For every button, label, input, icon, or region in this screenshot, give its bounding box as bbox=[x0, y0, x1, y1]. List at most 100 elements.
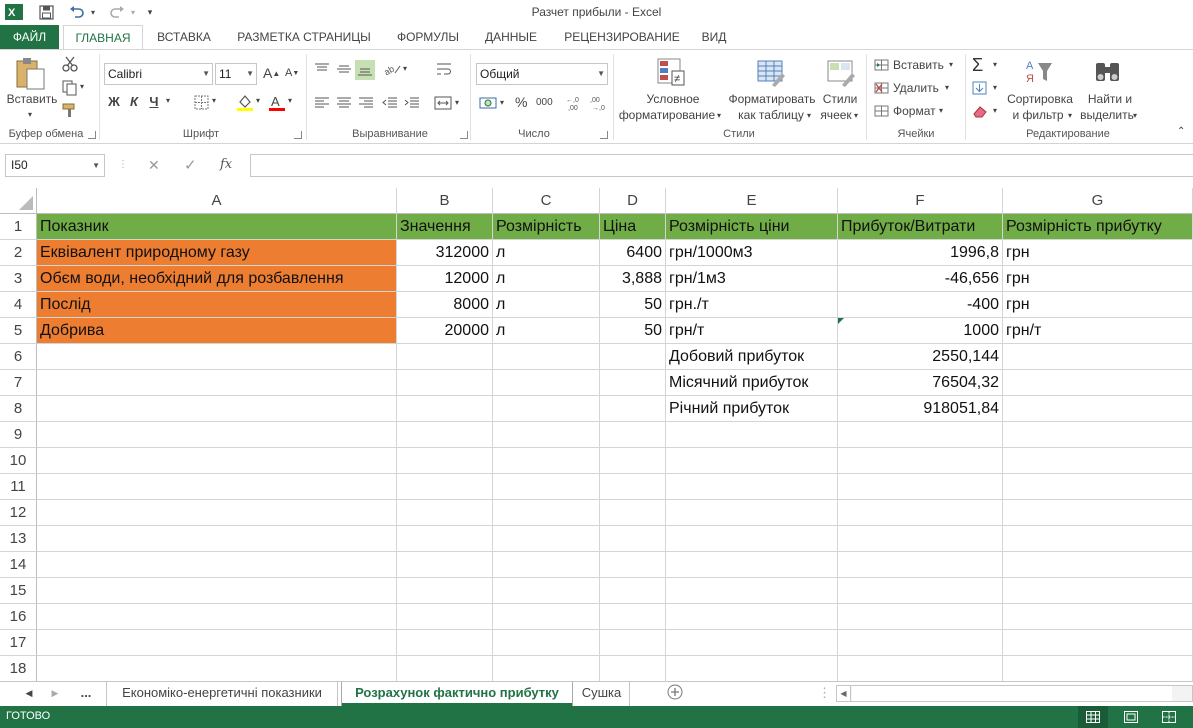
row-header-6[interactable]: 6 bbox=[0, 344, 37, 370]
cell-c4[interactable]: л bbox=[493, 292, 600, 318]
select-all-corner[interactable] bbox=[0, 188, 37, 214]
cell-e2[interactable]: грн/1000м3 bbox=[666, 240, 838, 266]
cell-g3[interactable]: грн bbox=[1003, 266, 1193, 292]
font-size-combo[interactable]: 11 ▼ bbox=[215, 63, 257, 85]
paste-dropdown-icon[interactable]: ▾ bbox=[24, 110, 36, 119]
cell-c14[interactable] bbox=[493, 552, 600, 578]
copy-icon[interactable] bbox=[62, 80, 78, 96]
cell-d2[interactable]: 6400 bbox=[600, 240, 666, 266]
cell-g9[interactable] bbox=[1003, 422, 1193, 448]
cell-c6[interactable] bbox=[493, 344, 600, 370]
sheet-tab-economic[interactable]: Економіко-енергетичні показники bbox=[106, 682, 338, 706]
conditional-formatting-label-2[interactable]: форматирование bbox=[618, 108, 716, 122]
cell-f5[interactable]: 1000 bbox=[838, 318, 1003, 344]
normal-view-icon[interactable] bbox=[1078, 706, 1108, 728]
column-header-b[interactable]: B bbox=[397, 188, 493, 214]
cell-a14[interactable] bbox=[37, 552, 397, 578]
cell-f13[interactable] bbox=[838, 526, 1003, 552]
cell-d3[interactable]: 3,888 bbox=[600, 266, 666, 292]
formula-input[interactable] bbox=[250, 154, 1193, 177]
cell-styles-icon[interactable] bbox=[826, 56, 856, 88]
cell-e17[interactable] bbox=[666, 630, 838, 656]
cell-b3[interactable]: 12000 bbox=[397, 266, 493, 292]
cell-b6[interactable] bbox=[397, 344, 493, 370]
cell-c3[interactable]: л bbox=[493, 266, 600, 292]
borders-dropdown-icon[interactable]: ▾ bbox=[212, 96, 222, 105]
cell-e10[interactable] bbox=[666, 448, 838, 474]
cell-d8[interactable] bbox=[600, 396, 666, 422]
cell-c11[interactable] bbox=[493, 474, 600, 500]
cell-d5[interactable]: 50 bbox=[600, 318, 666, 344]
cut-icon[interactable] bbox=[62, 56, 78, 72]
row-header-7[interactable]: 7 bbox=[0, 370, 37, 396]
cell-d11[interactable] bbox=[600, 474, 666, 500]
cell-b2[interactable]: 312000 bbox=[397, 240, 493, 266]
cell-b11[interactable] bbox=[397, 474, 493, 500]
cell-f16[interactable] bbox=[838, 604, 1003, 630]
cell-d17[interactable] bbox=[600, 630, 666, 656]
column-header-a[interactable]: A bbox=[37, 188, 397, 214]
cell-c18[interactable] bbox=[493, 656, 600, 681]
cell-a5[interactable]: Добрива bbox=[37, 318, 397, 344]
cell-e6[interactable]: Добовий прибуток bbox=[666, 344, 838, 370]
align-center-icon[interactable] bbox=[336, 96, 352, 110]
autosum-dropdown-icon[interactable]: ▾ bbox=[993, 60, 1001, 69]
cell-c2[interactable]: л bbox=[493, 240, 600, 266]
cell-a13[interactable] bbox=[37, 526, 397, 552]
cell-g2[interactable]: грн bbox=[1003, 240, 1193, 266]
sort-filter-dropdown-icon[interactable]: ▾ bbox=[1068, 111, 1076, 120]
cell-d7[interactable] bbox=[600, 370, 666, 396]
find-select-icon[interactable] bbox=[1093, 56, 1123, 88]
paste-icon[interactable] bbox=[14, 56, 48, 92]
cell-a1[interactable]: Показник bbox=[37, 214, 397, 240]
cell-a15[interactable] bbox=[37, 578, 397, 604]
cell-g17[interactable] bbox=[1003, 630, 1193, 656]
cell-f15[interactable] bbox=[838, 578, 1003, 604]
cell-a18[interactable] bbox=[37, 656, 397, 681]
cell-c7[interactable] bbox=[493, 370, 600, 396]
cell-b8[interactable] bbox=[397, 396, 493, 422]
horizontal-scrollbar[interactable]: ◀ bbox=[836, 685, 1193, 702]
cell-c15[interactable] bbox=[493, 578, 600, 604]
cell-d18[interactable] bbox=[600, 656, 666, 681]
increase-font-icon[interactable]: A ▲ bbox=[263, 65, 280, 81]
cell-c1[interactable]: Розмірність bbox=[493, 214, 600, 240]
align-bottom-icon[interactable] bbox=[355, 60, 375, 80]
cell-g7[interactable] bbox=[1003, 370, 1193, 396]
cell-styles-label-2[interactable]: ячеек bbox=[818, 108, 854, 122]
cell-f10[interactable] bbox=[838, 448, 1003, 474]
cell-d4[interactable]: 50 bbox=[600, 292, 666, 318]
cell-a17[interactable] bbox=[37, 630, 397, 656]
font-color-dropdown-icon[interactable]: ▾ bbox=[288, 96, 298, 105]
cell-f14[interactable] bbox=[838, 552, 1003, 578]
tab-formulas[interactable]: ФОРМУЛЫ bbox=[388, 25, 468, 49]
format-painter-icon[interactable] bbox=[62, 102, 78, 118]
number-launcher-icon[interactable] bbox=[600, 131, 608, 139]
row-header-12[interactable]: 12 bbox=[0, 500, 37, 526]
cell-f18[interactable] bbox=[838, 656, 1003, 681]
cell-g18[interactable] bbox=[1003, 656, 1193, 681]
row-header-2[interactable]: 2 bbox=[0, 240, 37, 266]
cell-e9[interactable] bbox=[666, 422, 838, 448]
row-header-15[interactable]: 15 bbox=[0, 578, 37, 604]
format-as-table-dropdown-icon[interactable]: ▾ bbox=[807, 111, 815, 120]
cell-c17[interactable] bbox=[493, 630, 600, 656]
cell-a3[interactable]: Обєм води, необхідний для розбавлення bbox=[37, 266, 397, 292]
currency-format-icon[interactable] bbox=[479, 95, 497, 111]
cell-b15[interactable] bbox=[397, 578, 493, 604]
increase-decimal-icon[interactable]: ←,0,00 bbox=[566, 94, 584, 112]
cell-c12[interactable] bbox=[493, 500, 600, 526]
cell-b1[interactable]: Значення bbox=[397, 214, 493, 240]
cell-g11[interactable] bbox=[1003, 474, 1193, 500]
conditional-formatting-icon[interactable]: ≠ bbox=[656, 56, 686, 88]
tab-page-layout[interactable]: РАЗМЕТКА СТРАНИЦЫ bbox=[228, 25, 380, 49]
row-header-10[interactable]: 10 bbox=[0, 448, 37, 474]
format-cells-icon[interactable] bbox=[874, 104, 890, 118]
cell-d1[interactable]: Ціна bbox=[600, 214, 666, 240]
thousands-separator-icon[interactable]: 000 bbox=[536, 97, 554, 108]
cell-b17[interactable] bbox=[397, 630, 493, 656]
sort-filter-icon[interactable]: АЯ bbox=[1024, 56, 1054, 88]
cell-g15[interactable] bbox=[1003, 578, 1193, 604]
row-header-4[interactable]: 4 bbox=[0, 292, 37, 318]
insert-function-icon[interactable]: fx bbox=[220, 157, 232, 172]
